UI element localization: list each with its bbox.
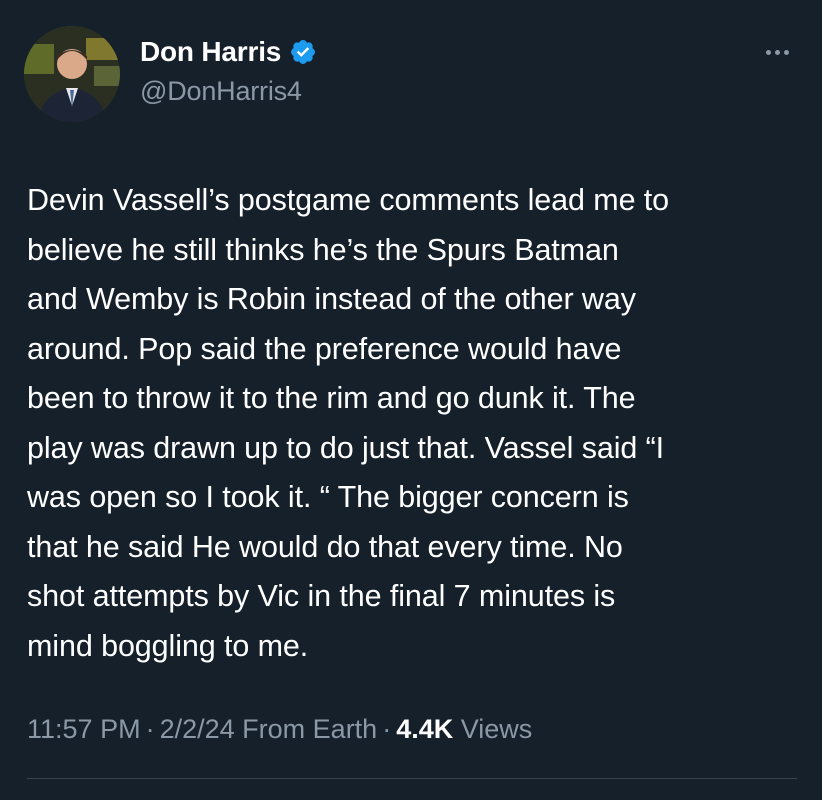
tweet-time[interactable]: 11:57 PM	[27, 714, 141, 745]
dot	[765, 49, 771, 55]
avatar[interactable]	[24, 26, 120, 122]
views-count[interactable]: 4.4K	[396, 714, 453, 745]
source-gap	[235, 714, 243, 745]
handle[interactable]: @DonHarris4	[140, 76, 317, 107]
divider	[27, 778, 797, 779]
author-block: Don Harris @DonHarris4	[140, 34, 317, 107]
more-options-icon[interactable]	[757, 40, 797, 64]
name-row: Don Harris	[140, 34, 317, 70]
views-gap	[453, 714, 461, 745]
dot	[774, 49, 780, 55]
separator: ·	[382, 714, 392, 744]
tweet: Don Harris @DonHarris4 Devin Vassell’s p…	[0, 0, 822, 800]
separator: ·	[145, 714, 155, 744]
verified-badge-icon	[289, 38, 317, 66]
tweet-text: Devin Vassell’s postgame comments lead m…	[27, 183, 670, 663]
display-name[interactable]: Don Harris	[140, 36, 281, 68]
tweet-source: From Earth	[242, 714, 378, 744]
tweet-meta: 11:57 PM · 2/2/24 From Earth · 4.4K View…	[27, 714, 532, 745]
views-label: Views	[460, 714, 533, 744]
dot	[783, 49, 789, 55]
tweet-date[interactable]: 2/2/24	[160, 714, 235, 745]
